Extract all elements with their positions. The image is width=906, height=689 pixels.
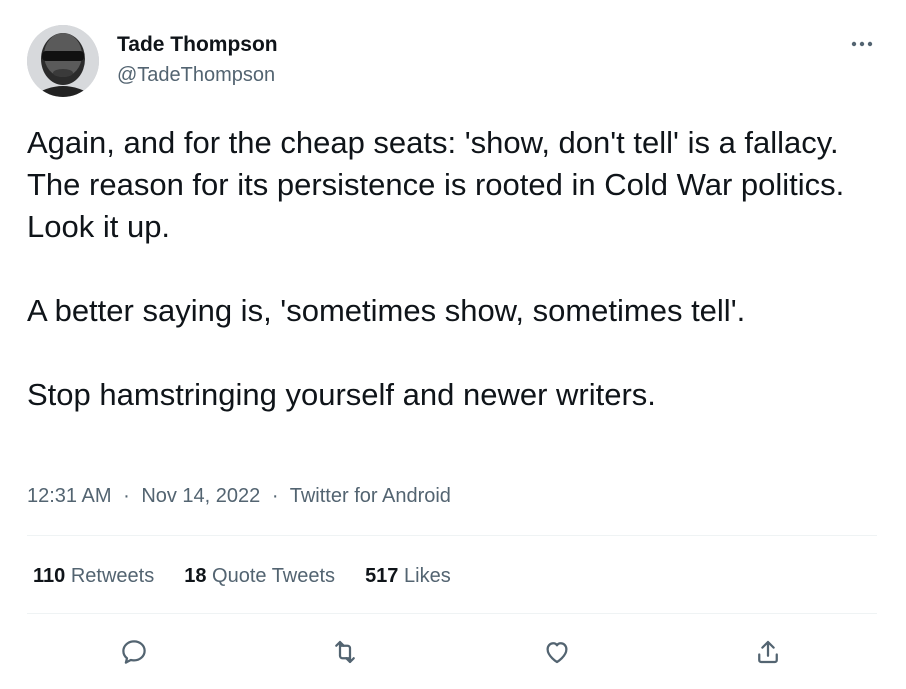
divider <box>27 613 877 614</box>
likes-stat[interactable]: 517 Likes <box>365 563 451 589</box>
heart-icon <box>546 642 568 664</box>
avatar-image <box>27 25 99 97</box>
tweet-paragraph: A better saying is, 'sometimes show, som… <box>27 293 746 328</box>
retweet-icon <box>335 640 355 664</box>
retweets-label: Retweets <box>70 565 155 587</box>
tweet-meta: 12:31 AM · Nov 14, 2022 · Twitter for An… <box>27 483 451 509</box>
share-icon <box>758 640 778 664</box>
tweet-paragraph: Stop hamstringing yourself and newer wri… <box>27 377 656 412</box>
tweet-actions <box>0 632 906 672</box>
reply-button[interactable] <box>114 632 154 672</box>
quote-tweets-count: 18 <box>184 565 207 587</box>
likes-count: 517 <box>365 565 399 587</box>
tweet-source[interactable]: Twitter for Android <box>290 485 451 507</box>
more-options-button[interactable] <box>846 30 878 58</box>
reply-icon <box>122 640 146 664</box>
tweet-time[interactable]: 12:31 AM <box>27 485 112 507</box>
tweet-date[interactable]: Nov 14, 2022 <box>141 485 260 507</box>
like-button[interactable] <box>537 632 577 672</box>
tweet-card: Tade Thompson @TadeThompson Again, and f… <box>0 0 906 689</box>
retweets-stat[interactable]: 110 Retweets <box>33 563 154 589</box>
retweets-count: 110 <box>33 565 66 587</box>
author-name[interactable]: Tade Thompson <box>117 32 278 58</box>
meta-separator: · <box>271 485 279 507</box>
tweet-text: Again, and for the cheap seats: 'show, d… <box>27 122 877 416</box>
likes-label: Likes <box>404 565 451 587</box>
avatar[interactable] <box>27 25 99 97</box>
divider <box>27 535 877 536</box>
retweet-button[interactable] <box>325 632 365 672</box>
more-horizontal-icon <box>851 41 873 47</box>
tweet-paragraph-spacer <box>27 248 877 290</box>
tweet-paragraph: Again, and for the cheap seats: 'show, d… <box>27 125 845 244</box>
quote-tweets-stat[interactable]: 18 Quote Tweets <box>184 563 335 589</box>
tweet-paragraph-spacer <box>27 332 877 374</box>
share-button[interactable] <box>748 632 788 672</box>
author-handle[interactable]: @TadeThompson <box>117 62 275 88</box>
quote-tweets-label: Quote Tweets <box>212 565 336 587</box>
tweet-stats: 110 Retweets 18 Quote Tweets 517 Likes <box>33 563 481 589</box>
meta-separator: · <box>123 485 130 507</box>
